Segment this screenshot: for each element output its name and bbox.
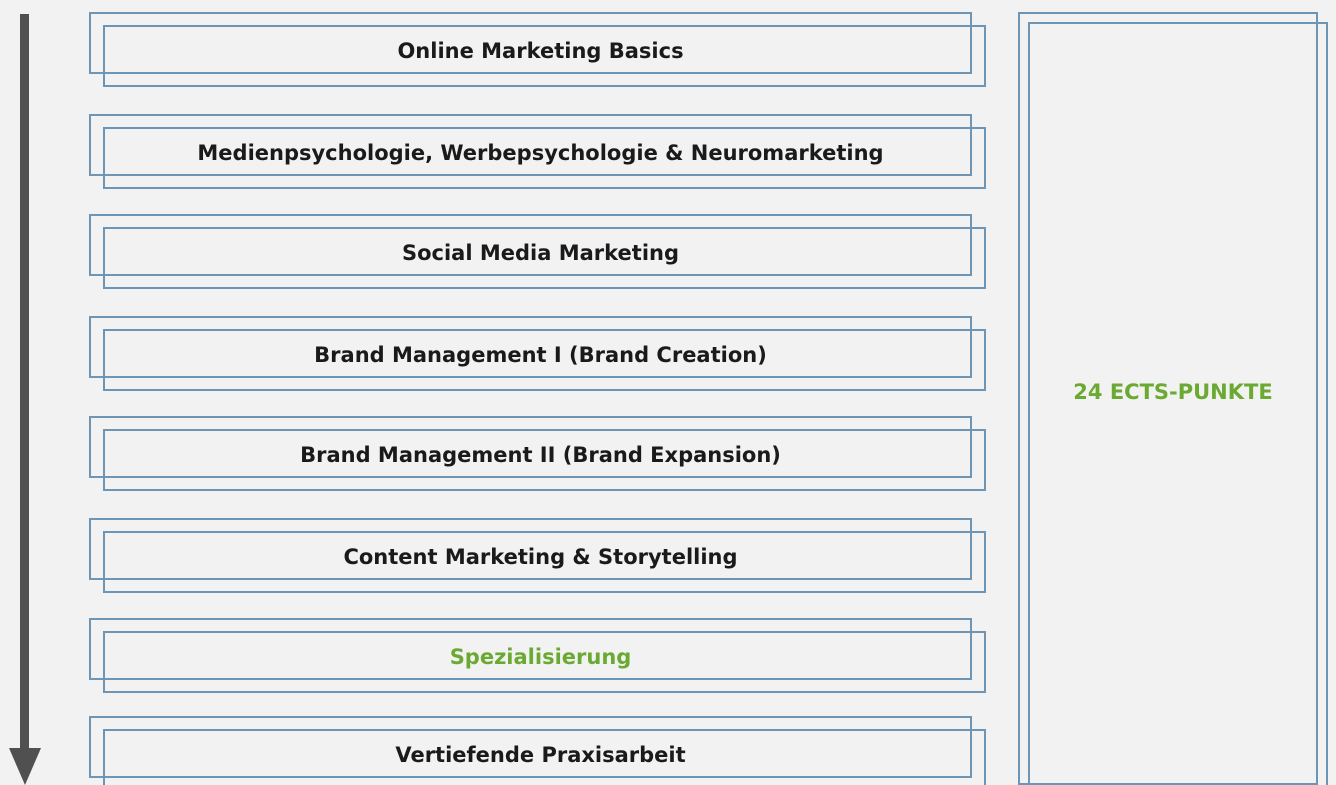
module-label: Spezialisierung (449, 645, 632, 669)
module-label: Online Marketing Basics (397, 39, 684, 63)
module-label: Brand Management I (Brand Creation) (314, 343, 767, 367)
module-box-content-marketing: Content Marketing & Storytelling (89, 518, 986, 593)
module-label: Content Marketing & Storytelling (343, 545, 738, 569)
module-label: Brand Management II (Brand Expansion) (300, 443, 781, 467)
ects-summary-box: 24 ECTS-PUNKTE (1018, 12, 1328, 785)
module-box-brand-management-1: Brand Management I (Brand Creation) (89, 316, 986, 391)
module-label: Social Media Marketing (401, 241, 680, 265)
curriculum-diagram: Online Marketing Basics Medienpsychologi… (0, 0, 1336, 785)
module-box-spezialisierung: Spezialisierung (89, 618, 986, 693)
module-box-vertiefende-praxisarbeit: Vertiefende Praxisarbeit (89, 716, 986, 785)
module-box-medienpsychologie: Medienpsychologie, Werbepsychologie & Ne… (89, 114, 986, 189)
module-label: Medienpsychologie, Werbepsychologie & Ne… (197, 141, 884, 165)
module-box-brand-management-2: Brand Management II (Brand Expansion) (89, 416, 986, 491)
ects-label: 24 ECTS-PUNKTE (1073, 380, 1273, 404)
module-box-social-media-marketing: Social Media Marketing (89, 214, 986, 289)
timeline-arrow-shaft (20, 14, 29, 750)
timeline-arrow-head-icon (9, 748, 41, 785)
module-box-online-marketing-basics: Online Marketing Basics (89, 12, 986, 87)
module-label: Vertiefende Praxisarbeit (395, 743, 686, 767)
